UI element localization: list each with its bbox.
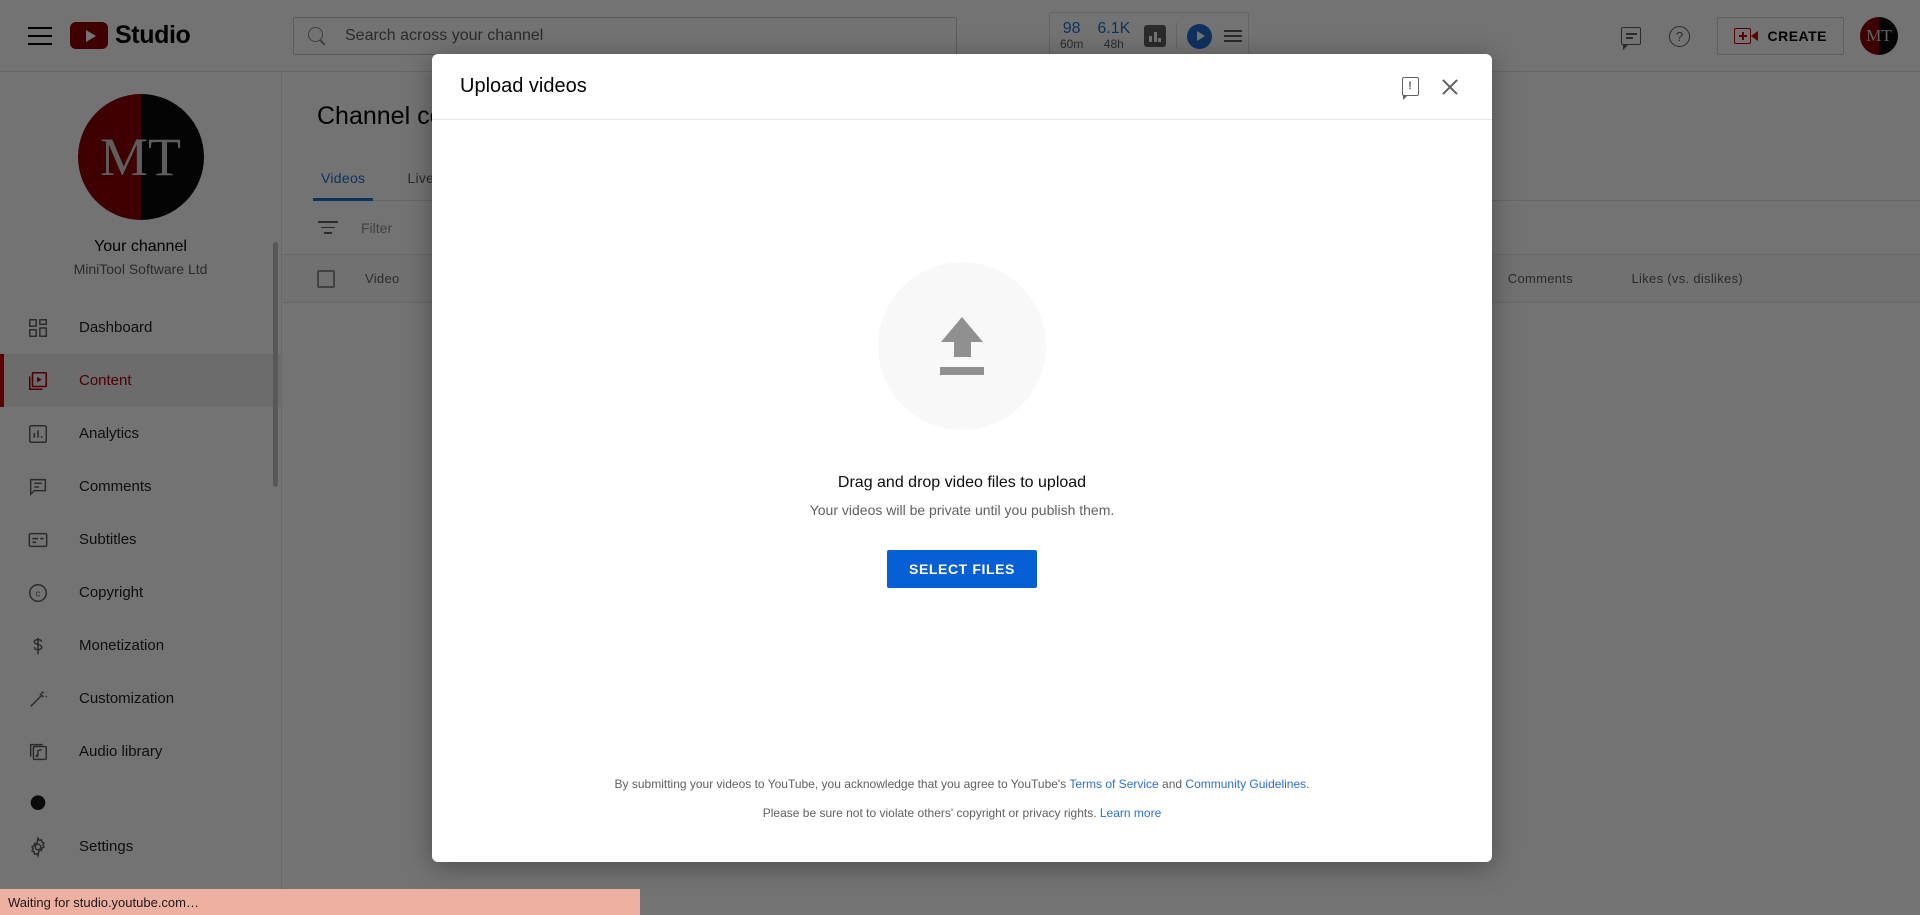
dialog-feedback-button[interactable]: ! bbox=[1390, 67, 1430, 107]
legal-line-2: Please be sure not to violate others' co… bbox=[472, 799, 1452, 828]
close-icon bbox=[1440, 77, 1460, 97]
dialog-header: Upload videos ! bbox=[432, 54, 1492, 120]
upload-videos-dialog: Upload videos ! Drag and drop video file… bbox=[432, 54, 1492, 862]
legal-text-a: By submitting your videos to YouTube, yo… bbox=[614, 777, 1070, 791]
dropzone[interactable]: Drag and drop video files to upload Your… bbox=[432, 120, 1492, 770]
legal-text-d: Please be sure not to violate others' co… bbox=[762, 806, 1100, 820]
select-files-button[interactable]: SELECT FILES bbox=[887, 550, 1037, 588]
learn-more-link[interactable]: Learn more bbox=[1100, 806, 1161, 820]
dropzone-subtext: Your videos will be private until you pu… bbox=[809, 502, 1115, 518]
legal-text-c: . bbox=[1306, 777, 1310, 791]
dialog-footer: By submitting your videos to YouTube, yo… bbox=[432, 770, 1492, 862]
legal-line-1: By submitting your videos to YouTube, yo… bbox=[472, 770, 1452, 799]
status-bar-text: Waiting for studio.youtube.com… bbox=[8, 894, 199, 910]
dialog-close-button[interactable] bbox=[1430, 67, 1470, 107]
upload-arrow-icon bbox=[878, 262, 1046, 430]
feedback-icon: ! bbox=[1401, 77, 1419, 100]
studio-app: Studio Search across your channel 98 60m… bbox=[0, 0, 1920, 915]
status-bar: Waiting for studio.youtube.com… bbox=[0, 889, 640, 915]
terms-of-service-link[interactable]: Terms of Service bbox=[1069, 777, 1158, 791]
dropzone-heading: Drag and drop video files to upload bbox=[837, 474, 1087, 491]
legal-text-b: and bbox=[1158, 777, 1186, 791]
community-guidelines-link[interactable]: Community Guidelines bbox=[1185, 777, 1306, 791]
dialog-title: Upload videos bbox=[460, 75, 587, 97]
